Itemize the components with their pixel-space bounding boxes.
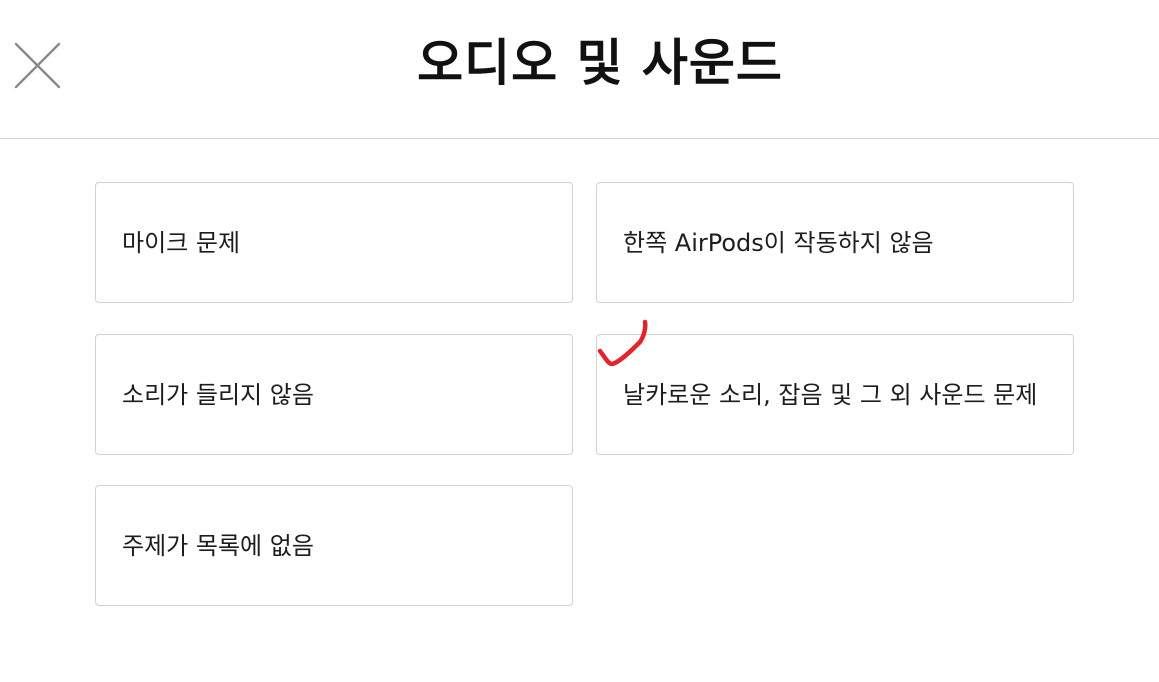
header: 오디오 및 사운드	[0, 0, 1159, 139]
topic-label: 한쪽 AirPods이 작동하지 않음	[623, 228, 934, 257]
topic-card-no-sound[interactable]: 소리가 들리지 않음	[95, 334, 573, 455]
topic-card-microphone[interactable]: 마이크 문제	[95, 182, 573, 303]
topic-label: 주제가 목록에 없음	[122, 531, 314, 560]
topic-label: 마이크 문제	[122, 228, 241, 257]
topic-label: 날카로운 소리, 잡음 및 그 외 사운드 문제	[623, 380, 1038, 409]
topic-card-not-listed[interactable]: 주제가 목록에 없음	[95, 485, 573, 606]
topic-label: 소리가 들리지 않음	[122, 380, 314, 409]
page-title: 오디오 및 사운드	[417, 34, 783, 92]
topic-card-sound-issues[interactable]: 날카로운 소리, 잡음 및 그 외 사운드 문제	[596, 334, 1074, 455]
topic-card-one-airpod-not-working[interactable]: 한쪽 AirPods이 작동하지 않음	[596, 182, 1074, 303]
